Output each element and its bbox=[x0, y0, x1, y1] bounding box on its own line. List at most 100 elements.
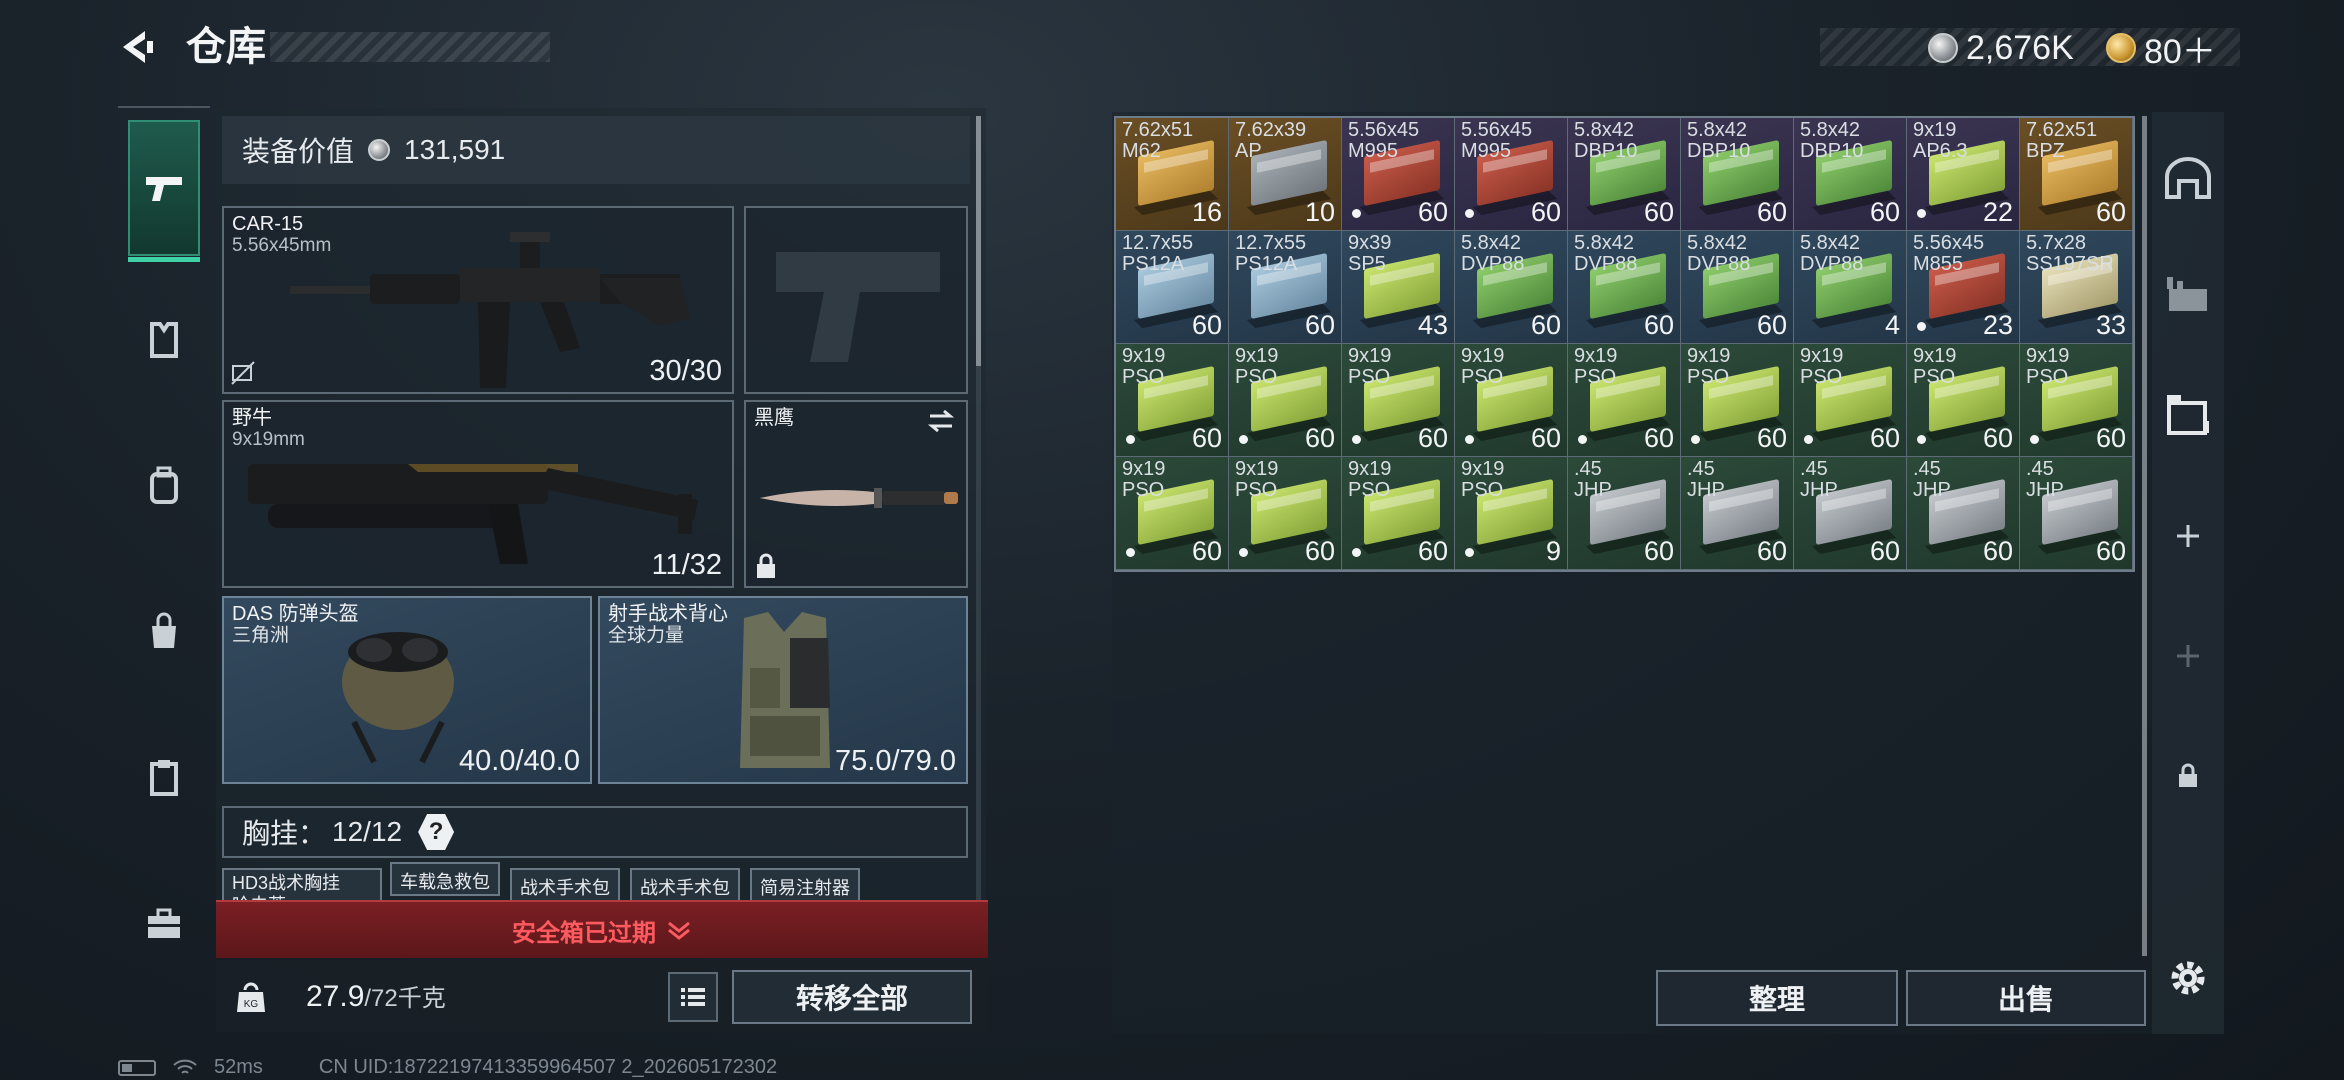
ammo-type: PSO bbox=[1122, 479, 1165, 501]
ammo-item[interactable]: 5.8x42 DVP88 60 bbox=[1568, 231, 1681, 344]
list-view-button[interactable] bbox=[668, 972, 718, 1022]
ammo-item[interactable]: 5.8x42 DVP88 60 bbox=[1455, 231, 1568, 344]
ammo-item[interactable]: 7.62x51 BPZ 60 bbox=[2020, 118, 2133, 231]
secondary-weapon-ammo: 11/32 bbox=[651, 549, 722, 581]
ammo-item[interactable]: 9x19 PSO 60 bbox=[1116, 457, 1229, 570]
melee-slot[interactable]: 黑鹰 bbox=[744, 400, 968, 588]
ammo-caliber-size: 9x19 bbox=[1574, 345, 1618, 367]
ammo-item[interactable]: .45 JHP 60 bbox=[1794, 457, 1907, 570]
rig-item-tag[interactable]: 简易注射器 bbox=[750, 868, 860, 902]
equipment-scrollbar-thumb[interactable] bbox=[976, 116, 981, 366]
ammo-caliber: 7.62x39 AP bbox=[1235, 120, 1306, 162]
ammo-caliber: .45 JHP bbox=[1687, 459, 1725, 501]
settings-button[interactable] bbox=[2160, 950, 2216, 1006]
rig-item-tag[interactable]: HD3战术胸挂 哈夫莱 bbox=[222, 868, 382, 915]
nav-weapons[interactable] bbox=[128, 120, 200, 262]
knife-image bbox=[760, 488, 958, 508]
ammo-item[interactable]: 12.7x55 PS12A 60 bbox=[1229, 231, 1342, 344]
weight-readout: 27.9/72千克 bbox=[306, 978, 446, 1014]
add-container-button[interactable] bbox=[2160, 508, 2216, 564]
silver-currency[interactable]: 2,676K bbox=[1928, 28, 2074, 68]
ammo-item[interactable]: 9x19 PSO 60 bbox=[1681, 344, 1794, 457]
back-button[interactable] bbox=[112, 22, 162, 72]
ammo-item[interactable]: 5.8x42 DVP88 60 bbox=[1681, 231, 1794, 344]
ammo-caliber: .45 JHP bbox=[1800, 459, 1838, 501]
ammo-count: 16 bbox=[1191, 197, 1222, 227]
title-decoration bbox=[270, 32, 550, 62]
transfer-all-button[interactable]: 转移全部 bbox=[732, 970, 972, 1024]
stash-tab[interactable] bbox=[2160, 150, 2216, 206]
vest-icon bbox=[150, 322, 178, 358]
lock-icon bbox=[757, 553, 775, 578]
rig-item-tag[interactable]: 战术手术包 bbox=[630, 868, 740, 902]
ammo-item[interactable]: .45 JHP 60 bbox=[1907, 457, 2020, 570]
ammo-caliber: .45 JHP bbox=[2026, 459, 2064, 501]
new-item-dot bbox=[1126, 435, 1135, 444]
gold-currency[interactable]: 80＋ bbox=[2106, 28, 2216, 71]
new-item-dot bbox=[1917, 435, 1926, 444]
ammo-item[interactable]: 5.8x42 DBP10 60 bbox=[1568, 118, 1681, 231]
organize-button[interactable]: 整理 bbox=[1656, 970, 1898, 1026]
vest-slot[interactable]: 射手战术背心 全球力量 75.0/79.0 bbox=[598, 596, 968, 784]
primary-weapon-slot[interactable]: CAR-15 5.56x45mm 30/30 bbox=[222, 206, 734, 394]
ammo-item[interactable]: 9x19 PSO 9 bbox=[1455, 457, 1568, 570]
ammo-item[interactable]: 5.7x28 SS197SR 33 bbox=[2020, 231, 2133, 344]
sell-button[interactable]: 出售 bbox=[1906, 970, 2146, 1026]
locked-container-slot[interactable] bbox=[2160, 748, 2216, 804]
ammo-item[interactable]: 9x39 SP5 43 bbox=[1342, 231, 1455, 344]
ammo-item[interactable]: 9x19 PSO 60 bbox=[1794, 344, 1907, 457]
ammo-item[interactable]: 5.8x42 DBP10 60 bbox=[1794, 118, 1907, 231]
ammo-type: AP bbox=[1235, 140, 1262, 162]
ammo-item[interactable]: 5.56x45 M995 60 bbox=[1455, 118, 1568, 231]
secondary-weapon-slot[interactable]: 野牛 9x19mm 11/32 bbox=[222, 400, 734, 588]
ammo-item[interactable]: 5.8x42 DBP10 60 bbox=[1681, 118, 1794, 231]
ammo-item[interactable]: .45 JHP 60 bbox=[1568, 457, 1681, 570]
sidearm-slot-empty[interactable] bbox=[744, 206, 968, 394]
ammo-item[interactable]: .45 JHP 60 bbox=[1681, 457, 1794, 570]
safe-box-expired-banner[interactable]: 安全箱已过期 bbox=[216, 900, 988, 958]
plus-icon bbox=[2177, 525, 2199, 547]
inventory-scrollbar[interactable] bbox=[2142, 116, 2147, 956]
helmet-slot[interactable]: DAS 防弹头盔 三角洲 40.0/40.0 bbox=[222, 596, 592, 784]
ammo-item[interactable]: 9x19 PSO 60 bbox=[1342, 457, 1455, 570]
chest-rig-bar[interactable]: 胸挂： 12/12 ? bbox=[222, 806, 968, 858]
ammo-item[interactable]: 9x19 PSO 60 bbox=[1229, 457, 1342, 570]
ammo-item[interactable]: 9x19 PSO 60 bbox=[1568, 344, 1681, 457]
ammo-count: 60 bbox=[1869, 423, 1900, 453]
ammo-caliber: 5.56x45 M855 bbox=[1913, 233, 1984, 275]
ammo-item[interactable]: .45 JHP 60 bbox=[2020, 457, 2133, 570]
helmet-brand: 三角洲 bbox=[232, 625, 290, 646]
nav-toolbox[interactable] bbox=[128, 888, 200, 960]
ammo-caliber-size: 5.8x42 bbox=[1574, 232, 1635, 254]
ammo-item[interactable]: 12.7x55 PS12A 60 bbox=[1116, 231, 1229, 344]
ammo-item[interactable]: 9x19 PSO 60 bbox=[2020, 344, 2133, 457]
ammo-item[interactable]: 5.56x45 M855 23 bbox=[1907, 231, 2020, 344]
ammo-item[interactable]: 9x19 PSO 60 bbox=[1116, 344, 1229, 457]
help-icon[interactable]: ? bbox=[418, 814, 455, 850]
rig-item-tag[interactable]: 战术手术包 bbox=[510, 868, 620, 902]
nav-armor[interactable] bbox=[128, 304, 200, 376]
ammo-item[interactable]: 5.8x42 DVP88 4 bbox=[1794, 231, 1907, 344]
ammo-item[interactable]: 9x19 PSO 60 bbox=[1229, 344, 1342, 457]
add-container-button-disabled[interactable] bbox=[2160, 628, 2216, 684]
ammo-count: 9 bbox=[1545, 536, 1561, 566]
category-nav bbox=[118, 106, 210, 1006]
ammo-caliber: 5.8x42 DVP88 bbox=[1687, 233, 1750, 275]
ammo-type: PSO bbox=[1348, 479, 1391, 501]
ammo-item[interactable]: 7.62x39 AP 10 bbox=[1229, 118, 1342, 231]
ammo-caliber: 5.8x42 DBP10 bbox=[1687, 120, 1750, 162]
ammo-item[interactable]: 7.62x51 M62 16 bbox=[1116, 118, 1229, 231]
nav-clipboard[interactable] bbox=[128, 742, 200, 814]
ammo-case-tab[interactable] bbox=[2160, 386, 2216, 442]
weapon-case-tab[interactable] bbox=[2160, 266, 2216, 322]
ammo-item[interactable]: 9x19 PSO 60 bbox=[1907, 344, 2020, 457]
ammo-item[interactable]: 9x19 PSO 60 bbox=[1342, 344, 1455, 457]
swap-icon[interactable] bbox=[926, 408, 956, 434]
ammo-item[interactable]: 9x19 AP6.3 22 bbox=[1907, 118, 2020, 231]
weight-max: /72千克 bbox=[364, 985, 446, 1012]
nav-backpack[interactable] bbox=[128, 450, 200, 522]
ammo-item[interactable]: 5.56x45 M995 60 bbox=[1342, 118, 1455, 231]
ammo-item[interactable]: 9x19 PSO 60 bbox=[1455, 344, 1568, 457]
nav-bag[interactable] bbox=[128, 596, 200, 668]
rig-item-tag[interactable]: 车载急救包 bbox=[390, 862, 500, 896]
